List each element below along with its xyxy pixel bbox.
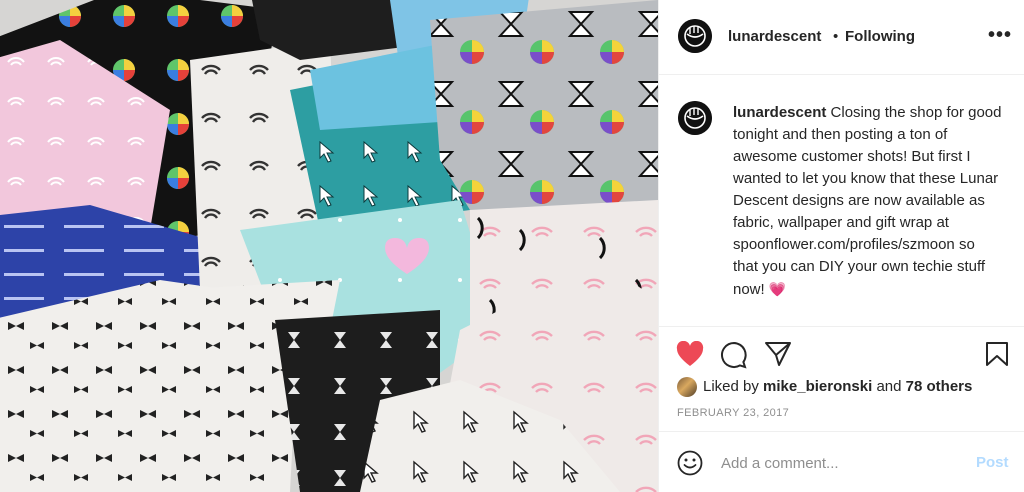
post-date[interactable]: FEBRUARY 23, 2017 — [677, 407, 789, 419]
likes-prefix: Liked by — [703, 378, 759, 395]
following-button[interactable]: Following — [845, 28, 915, 45]
caption-avatar[interactable] — [678, 101, 712, 135]
caption-body: Closing the shop for good tonight and th… — [733, 104, 1002, 298]
pink-heart-emoji: 💗 — [768, 281, 787, 297]
post-photo[interactable] — [0, 0, 658, 492]
comment-input[interactable] — [721, 452, 961, 474]
comment-icon[interactable] — [720, 341, 748, 369]
header-separator: • — [833, 28, 839, 45]
bookmark-icon[interactable] — [985, 341, 1009, 367]
liker-username[interactable]: mike_bieronski — [763, 378, 872, 395]
liker-avatar[interactable] — [677, 377, 697, 397]
likes-others-link[interactable]: 78 others — [906, 378, 973, 395]
moon-logo-icon — [678, 101, 712, 135]
more-options-icon[interactable]: ••• — [988, 24, 1012, 47]
post-header: lunardescent • Following ••• — [659, 0, 1024, 75]
likes-joiner: and — [876, 378, 902, 395]
heart-icon[interactable] — [676, 341, 704, 367]
moon-logo-icon — [678, 19, 712, 53]
avatar[interactable] — [678, 19, 712, 53]
post-side-panel: lunardescent • Following ••• lunardescen… — [658, 0, 1024, 492]
header-username[interactable]: lunardescent — [728, 28, 821, 45]
fabric-swatches-image — [0, 0, 658, 492]
comment-box: Post — [659, 431, 1024, 492]
caption-text-block: lunardescent Closing the shop for good t… — [733, 102, 1003, 301]
post-caption: lunardescent Closing the shop for good t… — [659, 76, 1024, 326]
share-icon[interactable] — [764, 341, 792, 367]
post-comment-button[interactable]: Post — [976, 454, 1009, 471]
caption-username[interactable]: lunardescent — [733, 104, 826, 121]
emoji-smile-icon[interactable] — [677, 450, 703, 476]
